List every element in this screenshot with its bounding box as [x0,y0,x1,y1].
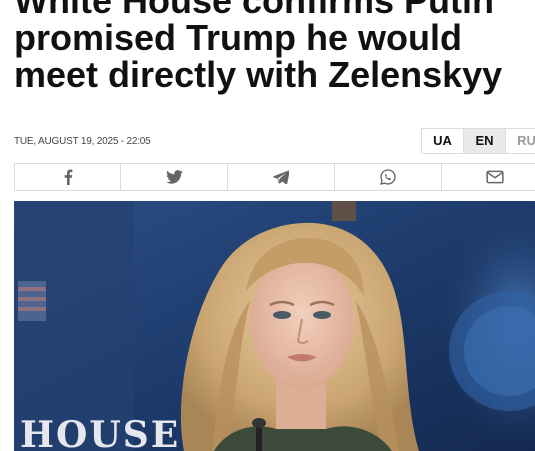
article-photo: HOUSE [14,201,535,451]
share-facebook-button[interactable] [14,164,121,190]
facebook-icon [62,169,74,185]
article-headline: White House confirms Putin promised Trum… [14,0,535,93]
share-bar [14,163,535,191]
headline-line-3: meet directly with Zelenskyy [14,54,503,95]
lang-ua-button[interactable]: UA [421,128,464,154]
email-icon [486,170,504,184]
twitter-icon [165,170,183,184]
telegram-icon [273,170,289,184]
lang-en-button[interactable]: EN [463,128,506,154]
publish-date: TUE, AUGUST 19, 2025 - 22:05 [14,136,151,147]
language-switcher: UA EN RU [421,128,535,154]
headline-line-2: promised Trump he would [14,17,463,58]
lang-ru-button[interactable]: RU [505,128,535,154]
flag-shape [18,281,46,321]
backdrop-text: HOUSE [20,414,180,451]
share-twitter-button[interactable] [121,164,228,190]
share-telegram-button[interactable] [228,164,335,190]
share-whatsapp-button[interactable] [335,164,442,190]
share-email-button[interactable] [442,164,535,190]
whatsapp-icon [380,169,396,185]
